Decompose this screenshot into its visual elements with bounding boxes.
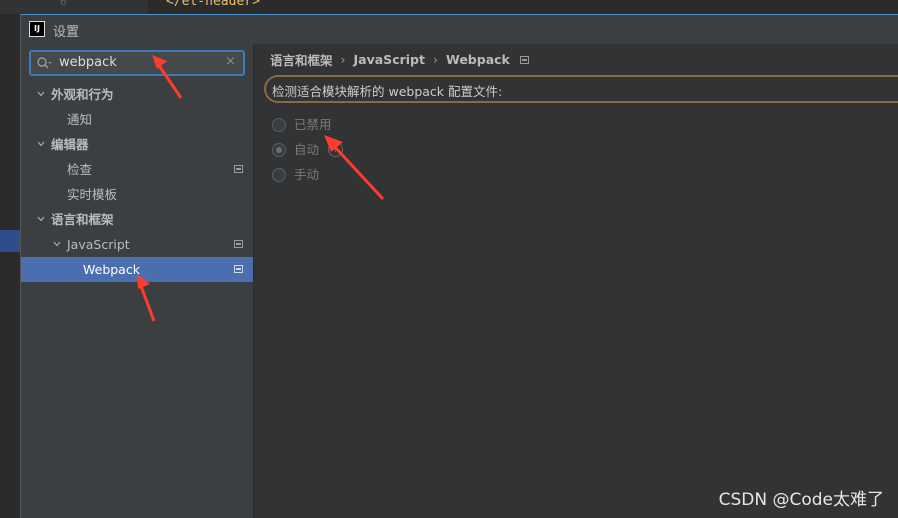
title-bar: IJ 设置 <box>21 14 898 44</box>
tree-item-webpack[interactable]: Webpack <box>21 257 253 282</box>
intellij-logo-icon: IJ <box>29 21 45 37</box>
tree-item-editor[interactable]: 编辑器 <box>21 132 253 157</box>
breadcrumb-separator: › <box>432 52 438 67</box>
background-editor: 6 </el-header> <box>0 0 898 14</box>
project-scope-icon <box>234 165 243 173</box>
background-selection <box>0 230 20 252</box>
tree-item-inspections[interactable]: 检查 <box>21 157 253 182</box>
clear-icon[interactable]: × <box>225 54 236 69</box>
breadcrumb-webpack: Webpack <box>445 52 510 67</box>
chevron-down-icon[interactable] <box>37 90 45 98</box>
tree-item-notifications[interactable]: 通知 <box>21 107 253 132</box>
chevron-down-icon[interactable] <box>53 240 61 248</box>
tree-item-label: 检查 <box>67 162 93 177</box>
radio-circle[interactable] <box>272 143 286 157</box>
tree-item-javascript[interactable]: JavaScript <box>21 232 253 257</box>
tree-item-label: 语言和框架 <box>51 212 114 227</box>
project-scope-icon <box>234 240 243 248</box>
tree-item-label: 通知 <box>67 112 93 127</box>
breadcrumb-javascript[interactable]: JavaScript <box>354 52 425 67</box>
radio-circle[interactable] <box>272 168 286 182</box>
tree-item-label: 外观和行为 <box>51 87 114 102</box>
radio-label: 自动 <box>294 142 320 157</box>
watermark: CSDN @Code太难了 <box>718 490 884 510</box>
code-line: </el-header> <box>166 0 260 9</box>
radio-circle[interactable] <box>272 118 286 132</box>
breadcrumb-separator: › <box>340 52 346 67</box>
radio-label: 已禁用 <box>294 117 332 132</box>
settings-sidebar: webpack × 外观和行为 通知 编辑器 检查 实时模板 语言和框架 Jav… <box>21 44 253 518</box>
search-icon <box>37 57 52 69</box>
breadcrumb-languages[interactable]: 语言和框架 <box>270 50 333 69</box>
chevron-down-icon[interactable] <box>37 215 45 223</box>
line-number: 6 <box>60 0 67 8</box>
search-value: webpack <box>59 55 117 70</box>
editor-gutter: 6 <box>0 0 148 14</box>
breadcrumb: 语言和框架 › JavaScript › Webpack <box>270 50 529 70</box>
tree-item-languages-frameworks[interactable]: 语言和框架 <box>21 207 253 232</box>
tree-item-label: 编辑器 <box>51 137 89 152</box>
tree-item-label: 实时模板 <box>67 187 118 202</box>
detect-webpack-label: 检测适合模块解析的 webpack 配置文件: <box>272 84 503 99</box>
settings-dialog: IJ 设置 webpack × 外观和行为 通知 编辑器 检查 实时模板 语言和… <box>20 14 898 518</box>
tree-item-appearance[interactable]: 外观和行为 <box>21 82 253 107</box>
radio-label: 手动 <box>294 167 320 182</box>
settings-search-input[interactable]: webpack × <box>29 50 245 76</box>
tree-item-label: JavaScript <box>67 237 130 252</box>
settings-content: 语言和框架 › JavaScript › Webpack 检测适合模块解析的 webpa… <box>253 44 898 518</box>
background-project-strip <box>0 14 20 518</box>
detect-webpack-option[interactable]: 检测适合模块解析的 webpack 配置文件: <box>264 75 898 103</box>
tree-item-label: Webpack <box>83 262 140 277</box>
window-title: 设置 <box>53 25 80 40</box>
tree-item-live-templates[interactable]: 实时模板 <box>21 182 253 207</box>
chevron-down-icon[interactable] <box>37 140 45 148</box>
project-scope-icon <box>234 265 243 273</box>
help-icon[interactable]: ? <box>328 142 343 157</box>
project-scope-icon <box>519 55 529 64</box>
